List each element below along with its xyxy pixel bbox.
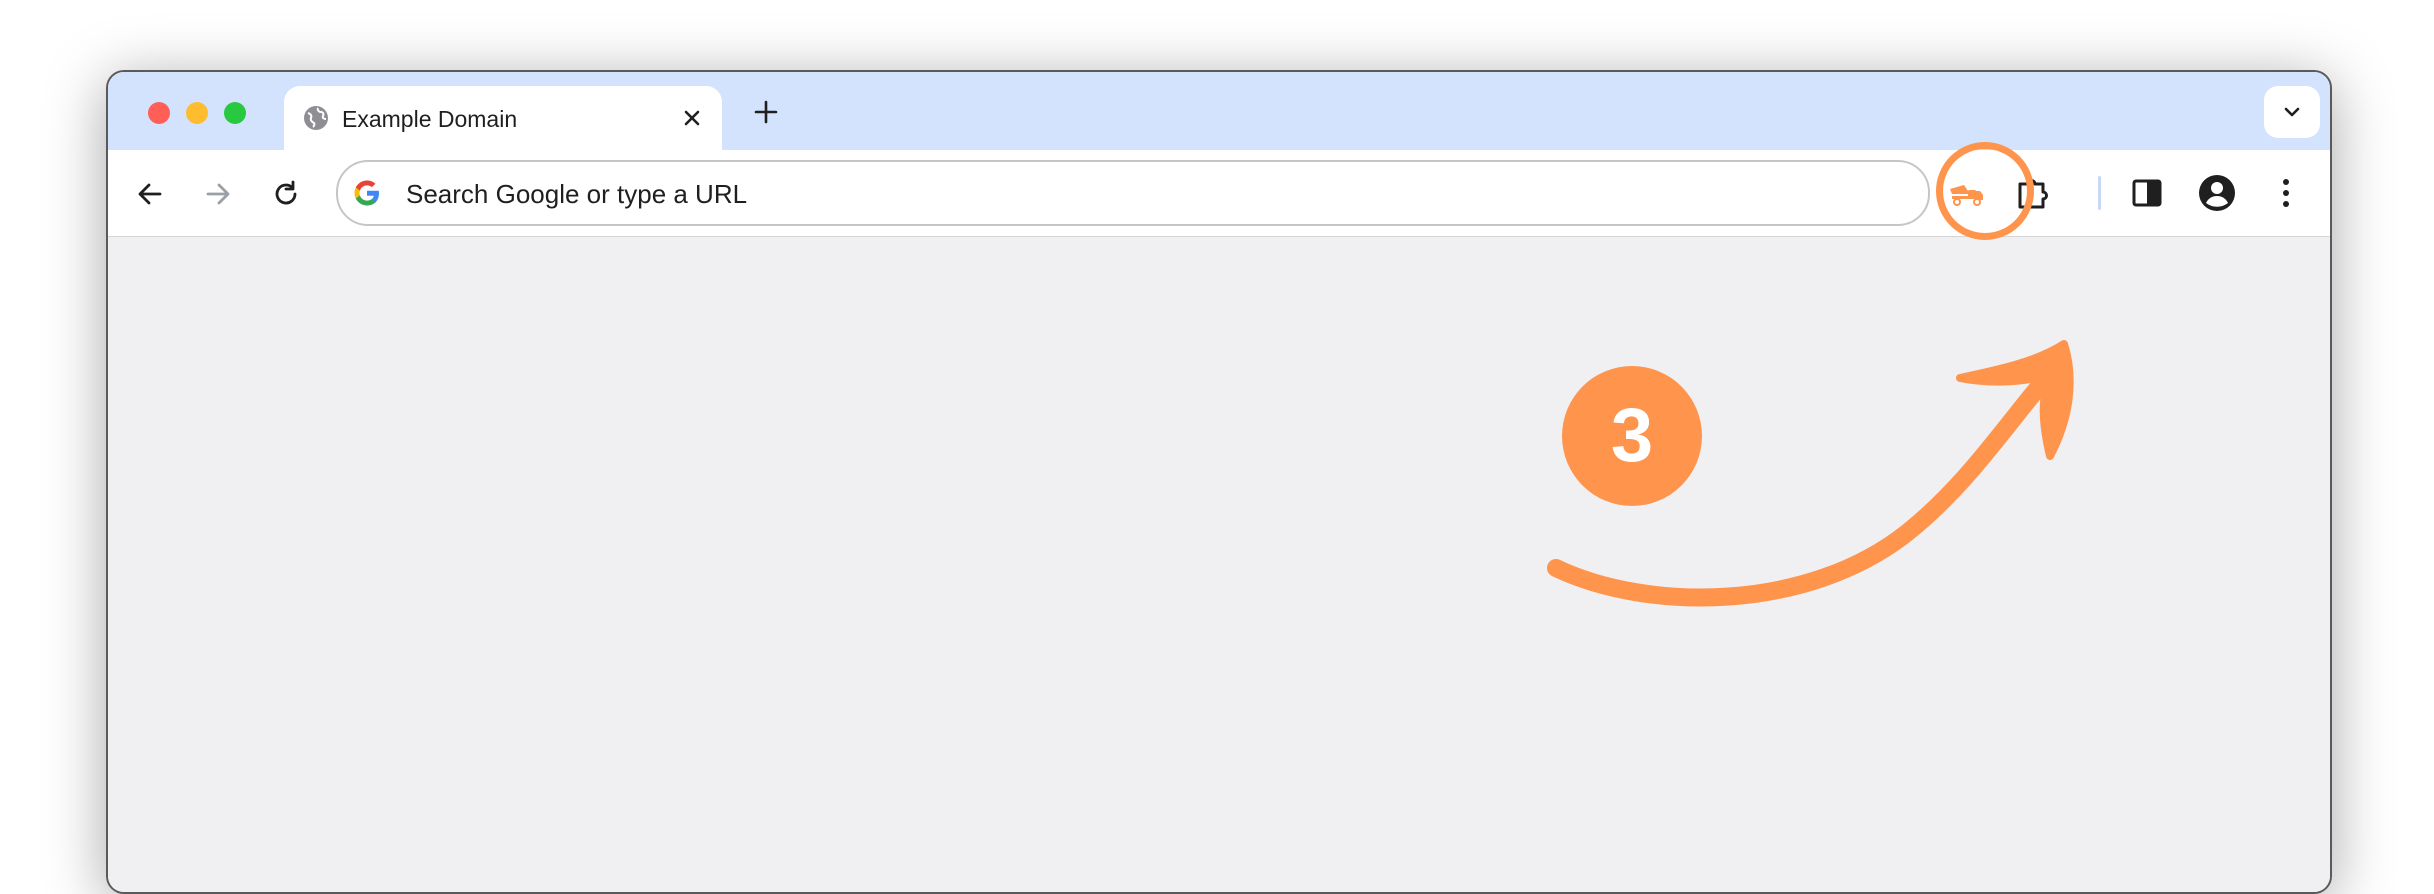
tab-search-button[interactable] xyxy=(2264,86,2320,138)
tab-title: Example Domain xyxy=(342,106,518,132)
minimize-window-button[interactable] xyxy=(186,102,208,124)
toolbar-divider xyxy=(2098,176,2101,210)
highlight-ring xyxy=(1936,142,2034,240)
side-panel-icon[interactable] xyxy=(2128,174,2166,212)
globe-icon xyxy=(304,106,328,130)
browser-window: Example Domain Search Google or type a U… xyxy=(106,70,2332,894)
step-number-badge: 3 xyxy=(1562,366,1702,506)
close-window-button[interactable] xyxy=(148,102,170,124)
chevron-down-icon xyxy=(2284,107,2300,117)
omnibox-placeholder: Search Google or type a URL xyxy=(406,179,748,209)
address-bar[interactable]: Search Google or type a URL xyxy=(336,160,1930,226)
close-tab-icon[interactable] xyxy=(676,102,708,134)
reload-icon[interactable] xyxy=(266,174,306,214)
back-icon[interactable] xyxy=(130,174,170,214)
tab-strip: Example Domain xyxy=(108,72,2330,150)
menu-kebab-icon[interactable] xyxy=(2266,172,2306,214)
profile-avatar-icon[interactable] xyxy=(2196,172,2238,214)
maximize-window-button[interactable] xyxy=(224,102,246,124)
google-logo-icon xyxy=(354,180,379,206)
new-tab-icon[interactable] xyxy=(748,94,784,130)
forward-icon[interactable] xyxy=(198,174,238,214)
tab-example-domain[interactable]: Example Domain xyxy=(284,86,722,150)
